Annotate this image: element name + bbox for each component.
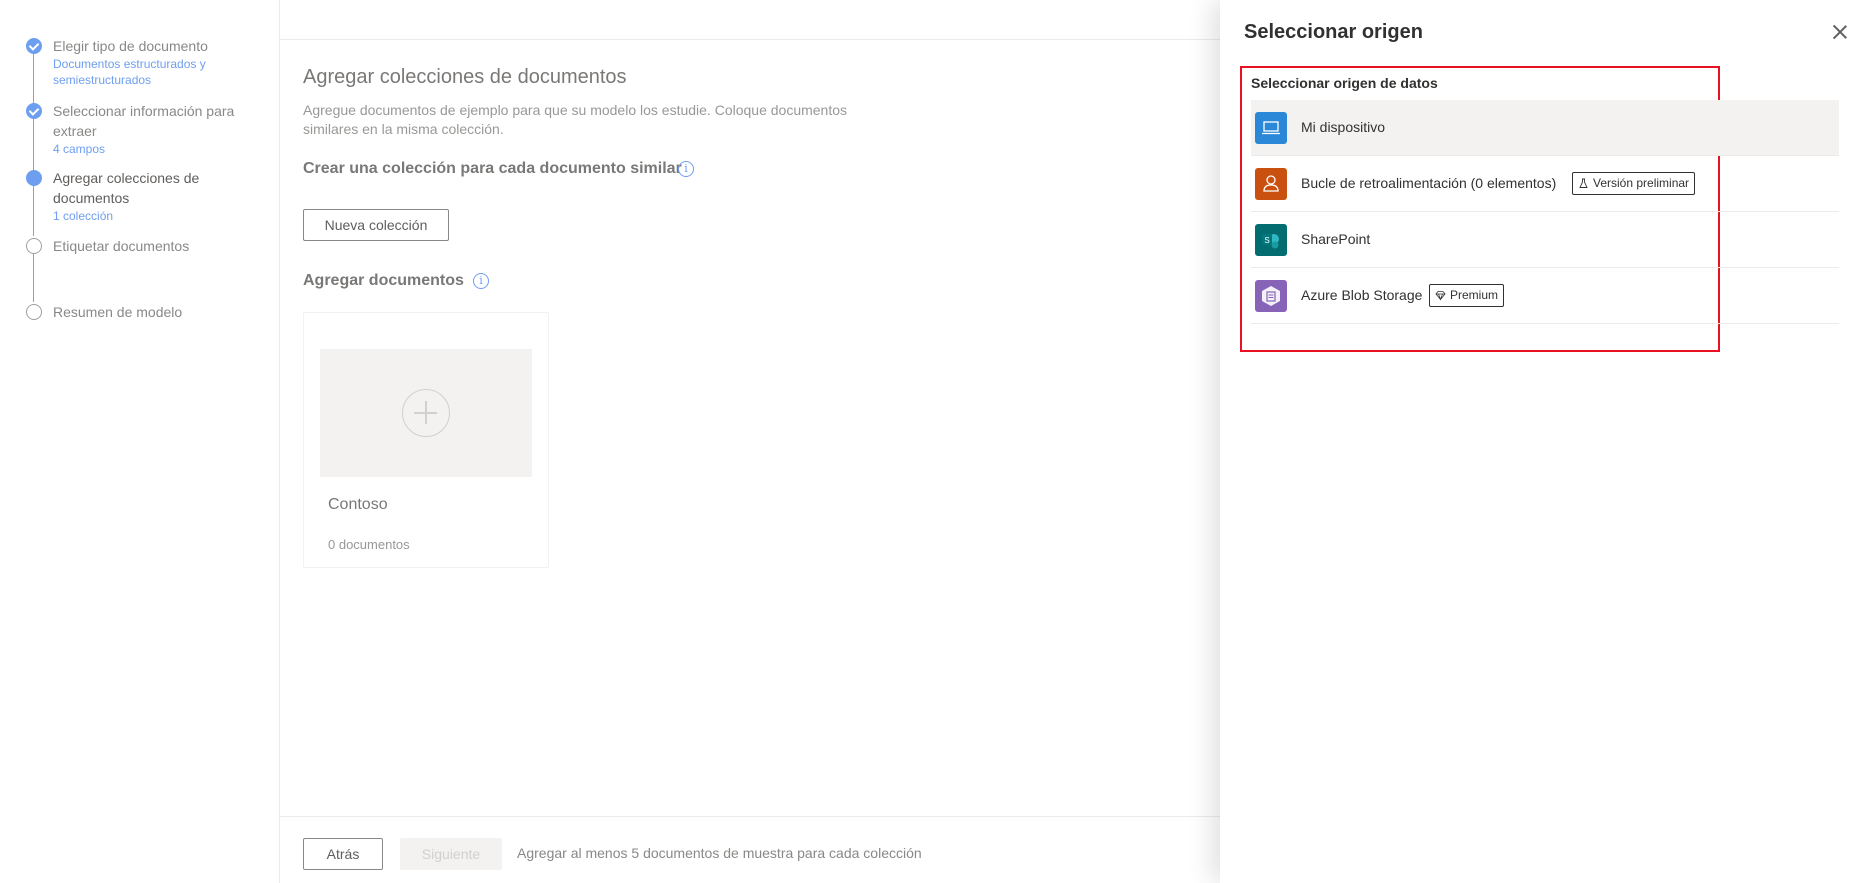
- collection-document-count: 0 documentos: [328, 537, 410, 552]
- svg-text:S: S: [1264, 236, 1269, 245]
- step-subtitle: 4 campos: [53, 142, 106, 156]
- panel-title: Seleccionar origen: [1244, 21, 1423, 43]
- badge-label: Premium: [1450, 288, 1499, 302]
- wizard-step-summary[interactable]: Resumen de modelo: [26, 302, 276, 324]
- source-item-feedback-loop[interactable]: Bucle de retroalimentación (0 elementos)…: [1251, 156, 1839, 212]
- step-subtitle: Documentos estructurados y semiestructur…: [53, 57, 206, 87]
- step-subtitle: 1 colección: [53, 209, 114, 223]
- blob-storage-icon: [1255, 280, 1287, 312]
- flask-icon: [1579, 178, 1588, 188]
- sharepoint-icon: S: [1255, 224, 1287, 256]
- source-label: Mi dispositivo: [1301, 119, 1386, 135]
- panel-subtitle: Seleccionar origen de datos: [1251, 75, 1438, 91]
- wizard-steps: Elegir tipo de documento Documentos estr…: [0, 0, 280, 883]
- page-title: Agregar colecciones de documentos: [303, 66, 627, 88]
- source-item-my-device[interactable]: Mi dispositivo: [1251, 100, 1839, 156]
- check-circle-icon: [26, 38, 42, 54]
- collection-heading: Crear una colección para cada documento …: [303, 160, 682, 177]
- step-title: Resumen de modelo: [53, 304, 183, 320]
- collection-card[interactable]: Contoso 0 documentos: [303, 312, 549, 568]
- back-button[interactable]: Atrás: [303, 838, 383, 870]
- diamond-icon: [1435, 291, 1446, 301]
- top-bar: [280, 0, 1220, 40]
- empty-circle-icon: [26, 304, 42, 320]
- select-source-panel: Seleccionar origen Seleccionar origen de…: [1220, 0, 1859, 883]
- source-label: SharePoint: [1301, 231, 1371, 247]
- documents-heading: Agregar documentos: [303, 272, 464, 289]
- close-icon[interactable]: [1830, 22, 1850, 42]
- step-title: Etiquetar documentos: [53, 238, 190, 254]
- next-button[interactable]: Siguiente: [400, 838, 502, 870]
- main-content: Agregar colecciones de documentos Agregu…: [280, 0, 1220, 883]
- premium-badge: Premium: [1429, 284, 1505, 307]
- source-item-azure-blob-storage[interactable]: Azure Blob Storage Premium: [1251, 268, 1839, 324]
- footer-hint: Agregar al menos 5 documentos de muestra…: [517, 845, 922, 861]
- info-icon[interactable]: i: [473, 273, 489, 289]
- collection-name: Contoso: [328, 496, 388, 513]
- check-circle-icon: [26, 103, 42, 119]
- wizard-step-choose-type[interactable]: Elegir tipo de documento Documentos estr…: [26, 36, 276, 92]
- step-title: Agregar colecciones de documentos: [53, 170, 200, 206]
- source-label: Bucle de retroalimentación (0 elementos): [1301, 175, 1557, 191]
- source-item-sharepoint[interactable]: S SharePoint: [1251, 212, 1839, 268]
- current-step-dot-icon: [26, 170, 42, 186]
- wizard-step-select-info[interactable]: Seleccionar información para extraer 4 c…: [26, 101, 276, 157]
- empty-circle-icon: [26, 238, 42, 254]
- person-icon: [1255, 168, 1287, 200]
- info-icon[interactable]: i: [678, 161, 694, 177]
- badge-label: Versión preliminar: [1593, 176, 1690, 190]
- step-title: Seleccionar información para extraer: [53, 103, 235, 139]
- page-description: Agregue documentos de ejemplo para que s…: [303, 102, 848, 137]
- add-circle-icon: [402, 389, 450, 437]
- source-list: Mi dispositivo Bucle de retroalimentació…: [1251, 100, 1839, 324]
- source-label: Azure Blob Storage: [1301, 287, 1423, 303]
- wizard-step-add-collections[interactable]: Agregar colecciones de documentos 1 cole…: [26, 168, 276, 224]
- preview-badge: Versión preliminar: [1572, 172, 1696, 195]
- step-title: Elegir tipo de documento: [53, 38, 208, 54]
- wizard-step-label-docs[interactable]: Etiquetar documentos: [26, 236, 276, 258]
- add-document-dropzone[interactable]: [320, 349, 532, 477]
- new-collection-button[interactable]: Nueva colección: [303, 209, 449, 241]
- wizard-footer: Atrás Siguiente Agregar al menos 5 docum…: [280, 816, 1220, 883]
- laptop-icon: [1255, 112, 1287, 144]
